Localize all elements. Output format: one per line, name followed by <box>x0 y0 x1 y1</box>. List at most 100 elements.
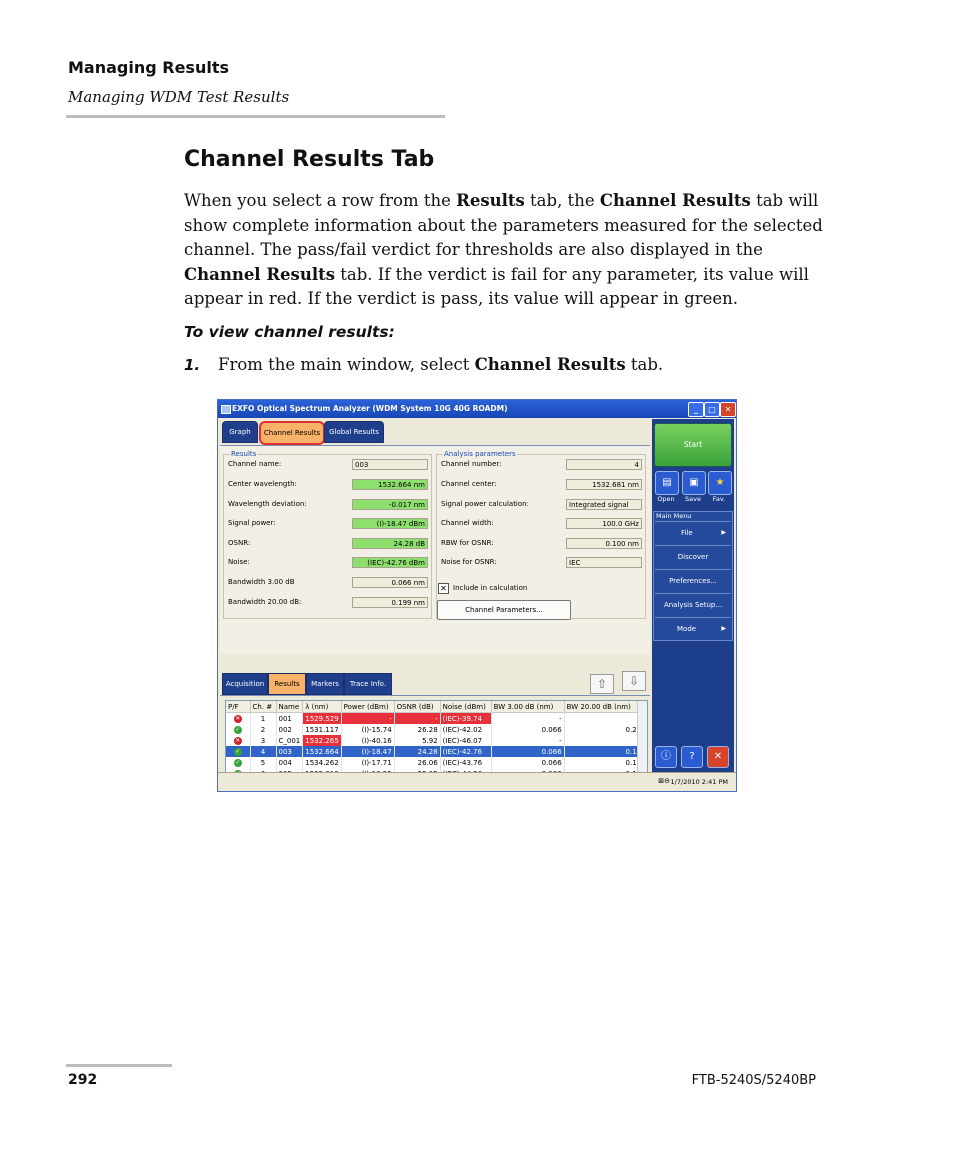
table-cell: 0.066 <box>491 757 565 768</box>
start-button[interactable]: Start <box>654 423 732 467</box>
include-calc-label: Include in calculation <box>453 584 528 592</box>
field-label-noise: Noise: <box>228 558 250 566</box>
status-time: 1/7/2010 2:41 PM <box>670 778 728 786</box>
main-tabs: Graph Channel Results Global Results <box>220 419 650 446</box>
field-label-wavelength-deviation: Wavelength deviation: <box>228 500 307 508</box>
col-header-ch[interactable]: Ch. # <box>250 701 277 713</box>
menu-item-discover[interactable]: Discover <box>655 545 731 568</box>
header-subtitle: Managing WDM Test Results <box>68 88 290 106</box>
chevron-right-icon: ▶ <box>721 529 726 536</box>
info-icon[interactable]: ⓘ <box>655 746 677 768</box>
table-row-selected[interactable]: ✓ 4 003 1532.664 (I)-18.47 24.28 (IEC)-4… <box>226 746 640 757</box>
table-cell: 2 <box>250 724 277 735</box>
section-title: Channel Results Tab <box>184 147 435 172</box>
col-header-osnr[interactable]: OSNR (dB) <box>394 701 441 713</box>
table-cell: 003 <box>276 746 304 757</box>
col-header-bw3[interactable]: BW 3.00 dB (nm) <box>491 701 565 713</box>
table-cell: 26.28 <box>394 724 441 735</box>
table-cell: 5 <box>250 757 277 768</box>
table-cell: 001 <box>276 712 304 724</box>
tab-results[interactable]: Results <box>268 673 306 695</box>
field-value-bandwidth-3db: 0.066 nm <box>352 577 428 588</box>
window-titlebar: EXFO Optical Spectrum Analyzer (WDM Syst… <box>218 400 736 418</box>
table-header-row: P/F Ch. # Name λ (nm) Power (dBm) OSNR (… <box>226 701 640 713</box>
table-cell: 1529.529 <box>302 712 342 724</box>
tab-global-results[interactable]: Global Results <box>324 421 384 443</box>
field-value-osnr: 24.28 dB <box>352 538 428 549</box>
field-label-noise-osnr: Noise for OSNR: <box>441 558 497 566</box>
menu-item-analysis-setup[interactable]: Analysis Setup... <box>655 593 731 616</box>
table-cell: 1531.117 <box>302 724 342 735</box>
exit-icon[interactable]: ✕ <box>707 746 729 768</box>
table-cell: 0.066 <box>491 724 565 735</box>
table-cell: - <box>394 712 441 724</box>
open-icon[interactable]: ▤ <box>655 471 679 495</box>
field-label-rbw-osnr: RBW for OSNR: <box>441 539 494 547</box>
field-value-center-wavelength: 1532.664 nm <box>352 479 428 490</box>
save-icon[interactable]: ▣ <box>682 471 706 495</box>
col-header-noise[interactable]: Noise (dBm) <box>440 701 492 713</box>
menu-item-mode[interactable]: Mode ▶ <box>655 617 731 639</box>
help-icon[interactable]: ? <box>681 746 703 768</box>
tab-trace-info[interactable]: Trace Info. <box>344 673 392 695</box>
field-value-channel-center: 1532.681 nm <box>566 479 642 490</box>
table-cell: 24.28 <box>394 746 441 757</box>
col-header-lambda[interactable]: λ (nm) <box>302 701 342 713</box>
arrow-down-icon[interactable]: ⇩ <box>622 671 646 691</box>
arrow-up-icon[interactable]: ⇧ <box>590 674 614 694</box>
field-value-wavelength-deviation: -0.017 nm <box>352 499 428 510</box>
table-cell: C_001 <box>276 735 304 746</box>
table-cell: (IEC)-42.02 <box>440 724 492 735</box>
field-label-channel-width: Channel width: <box>441 519 494 527</box>
table-cell: 26.06 <box>394 757 441 768</box>
table-cell: - <box>491 735 565 746</box>
table-row[interactable]: ✓ 5 004 1534.262 (I)-17.71 26.06 (IEC)-4… <box>226 757 640 768</box>
include-calc-checkbox[interactable]: ✕ <box>438 583 449 594</box>
col-header-power[interactable]: Power (dBm) <box>341 701 395 713</box>
table-cell: (IEC)-39.74 <box>440 712 492 724</box>
field-value-signal-power: (I)-18.47 dBm <box>352 518 428 529</box>
table-cell: (I)-17.71 <box>341 757 395 768</box>
field-label-bandwidth-20db: Bandwidth 20.00 dB: <box>228 598 302 606</box>
table-row[interactable]: ✓ 2 002 1531.117 (I)-15.74 26.28 (IEC)-4… <box>226 724 640 735</box>
table-row[interactable]: ✕ 1 001 1529.529 - - (IEC)-39.74 - <box>226 712 640 724</box>
table-cell: 1532.664 <box>302 746 342 757</box>
fail-icon: ✕ <box>233 737 242 745</box>
main-menu-title: Main Menu <box>656 512 692 520</box>
table-cell: 5.92 <box>394 735 441 746</box>
tab-acquisition[interactable]: Acquisition <box>222 673 268 695</box>
fail-icon: ✕ <box>233 715 242 723</box>
footer-rule <box>66 1064 172 1067</box>
app-screenshot: EXFO Optical Spectrum Analyzer (WDM Syst… <box>217 399 737 792</box>
maximize-icon[interactable]: □ <box>704 402 720 417</box>
col-header-pf[interactable]: P/F <box>226 701 251 713</box>
field-value-noise-osnr: IEC <box>566 557 642 568</box>
menu-item-preferences[interactable]: Preferences... <box>655 569 731 592</box>
channel-parameters-button[interactable]: Channel Parameters... <box>437 600 571 620</box>
col-header-name[interactable]: Name <box>276 701 304 713</box>
table-vertical-scrollbar[interactable] <box>637 701 647 783</box>
tab-graph[interactable]: Graph <box>222 421 258 443</box>
status-bar: ⊠⊖ 1/7/2010 2:41 PM <box>218 772 736 791</box>
table-row[interactable]: ✕ 3 C_001 1532.265 (I)-40.16 5.92 (IEC)-… <box>226 735 640 746</box>
procedure-heading: To view channel results: <box>184 323 395 341</box>
close-icon[interactable]: ✕ <box>720 402 736 417</box>
step-number: 1. <box>184 356 201 374</box>
pass-icon: ✓ <box>233 748 242 756</box>
save-label: Save <box>685 495 701 503</box>
tab-channel-results[interactable]: Channel Results <box>259 421 325 445</box>
menu-item-file[interactable]: File ▶ <box>655 521 731 543</box>
table-cell: 1534.262 <box>302 757 342 768</box>
channel-results-panel: Results Analysis parameters Channel name… <box>220 446 650 654</box>
table-cell: (IEC)-42.76 <box>440 746 492 757</box>
window-title: EXFO Optical Spectrum Analyzer (WDM Syst… <box>232 404 508 413</box>
favorite-star-icon[interactable]: ★ <box>708 471 732 495</box>
table-cell: 002 <box>276 724 304 735</box>
tab-markers[interactable]: Markers <box>306 673 344 695</box>
table-cell: (I)-40.16 <box>341 735 395 746</box>
table-cell: 004 <box>276 757 304 768</box>
table-cell <box>564 735 640 746</box>
pass-icon: ✓ <box>233 726 242 734</box>
col-header-bw20[interactable]: BW 20.00 dB (nm) <box>564 701 640 713</box>
minimize-icon[interactable]: _ <box>688 402 704 417</box>
